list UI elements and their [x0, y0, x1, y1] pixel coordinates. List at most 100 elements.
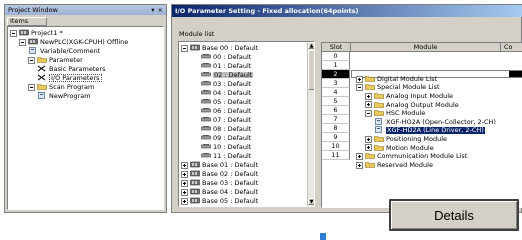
- base-icon: [190, 179, 200, 188]
- slot-cell[interactable]: 6: [322, 106, 350, 115]
- slot-tree-item[interactable]: 04 : Default: [201, 89, 251, 97]
- project-tree-label: I/O Parameters: [49, 73, 102, 83]
- project-tree-label: Basic Parameters: [49, 64, 106, 73]
- module-catalog-item[interactable]: Digital Module List: [356, 75, 437, 83]
- base-tree-item[interactable]: Base 05 : Default: [181, 197, 258, 205]
- collapse-icon[interactable]: [19, 38, 26, 46]
- details-button[interactable]: Details: [389, 199, 519, 231]
- base-tree-item[interactable]: Base 03 : Default: [181, 179, 258, 187]
- module-catalog-item[interactable]: XGF-HD2A (Line Driver, 2-CH): [374, 126, 485, 135]
- pin-icon[interactable]: ▾: [151, 7, 154, 14]
- base-tree-item[interactable]: Base 04 : Default: [181, 188, 258, 196]
- base-tree-label: 09 : Default: [213, 133, 252, 142]
- module-catalog-item[interactable]: Special Module List: [356, 84, 440, 92]
- project-window-titlebar[interactable]: Project Window ▾ ×: [5, 5, 166, 15]
- project-tree-item[interactable]: Scan Program: [28, 83, 94, 91]
- project-tree-item[interactable]: NewPLC(XGK-CPUH) Offline: [19, 38, 128, 46]
- slot-tree-item[interactable]: 05 : Default: [201, 98, 251, 106]
- slot-tree-item[interactable]: 01 : Default: [201, 62, 251, 70]
- module-catalog-label: XGF-HO2A (Open-Collector, 2-CH): [386, 117, 496, 126]
- module-catalog-item[interactable]: Motion Module: [365, 144, 434, 152]
- slot-tree-item[interactable]: 09 : Default: [201, 134, 251, 142]
- slot-cell[interactable]: 9: [322, 133, 350, 142]
- collapse-icon[interactable]: [181, 44, 188, 52]
- scroll-up-icon[interactable]: ▲: [308, 42, 314, 49]
- expand-icon[interactable]: [356, 75, 363, 83]
- slot-cell[interactable]: 2: [322, 70, 350, 79]
- module-catalog-item[interactable]: Reserved Module: [356, 161, 433, 169]
- collapse-icon[interactable]: [356, 84, 363, 92]
- slot-module-grid[interactable]: Slot Module Co 01234567891011 ▼ Digital …: [321, 42, 522, 208]
- base-tree-label: 08 : Default: [213, 124, 252, 133]
- module-catalog-item[interactable]: Analog Input Module: [365, 92, 453, 100]
- slot-cell[interactable]: 4: [322, 88, 350, 97]
- expand-icon[interactable]: [365, 101, 372, 109]
- scroll-down-icon[interactable]: ▼: [308, 198, 314, 205]
- base-tree-item[interactable]: Base 00 : Default: [181, 44, 258, 52]
- slot-cell[interactable]: 5: [322, 97, 350, 106]
- expand-icon[interactable]: [356, 152, 363, 160]
- slot-tree-item[interactable]: 06 : Default: [201, 107, 251, 115]
- project-tree[interactable]: Project1 * NewPLC(XGK-CPUH) Offline Variab…: [7, 26, 164, 210]
- base-tree-label: 07 : Default: [213, 115, 252, 124]
- base-tree-scrollbar[interactable]: ▲ ▼: [307, 42, 314, 206]
- tab-items[interactable]: Items: [7, 17, 47, 26]
- slot-cell[interactable]: 0: [322, 52, 350, 61]
- project-tree-item[interactable]: NewProgram: [37, 91, 91, 100]
- project-tree-item[interactable]: Basic Parameters: [37, 65, 105, 73]
- slot-tree-item[interactable]: 00 : Default: [201, 53, 251, 61]
- module-catalog-item[interactable]: Communication Module List: [356, 152, 467, 160]
- module-catalog-item[interactable]: Analog Output Module: [365, 101, 459, 109]
- collapse-icon[interactable]: [28, 83, 35, 91]
- expand-icon[interactable]: [181, 170, 188, 178]
- folder-icon: [365, 161, 375, 170]
- collapse-icon[interactable]: [10, 29, 17, 37]
- expand-icon[interactable]: [365, 135, 372, 143]
- slot-cell[interactable]: 10: [322, 142, 350, 151]
- expand-icon[interactable]: [181, 188, 188, 196]
- expand-icon[interactable]: [365, 144, 372, 152]
- project-tree-item[interactable]: I/O Parameters: [37, 73, 102, 83]
- close-icon[interactable]: ×: [158, 7, 163, 14]
- base-tree-label: Base 00 : Default: [202, 43, 259, 52]
- base-tree-item[interactable]: Base 02 : Default: [181, 170, 258, 178]
- slot-cell[interactable]: 1: [322, 61, 350, 70]
- slot-tree-item[interactable]: 11 : Default: [201, 152, 251, 160]
- module-catalog-item[interactable]: Positioning Module: [365, 135, 447, 143]
- slot-tree-item[interactable]: 10 : Default: [201, 143, 251, 151]
- base-tree-label: 06 : Default: [213, 106, 252, 115]
- collapse-icon[interactable]: [28, 56, 35, 64]
- project-tree-item[interactable]: Parameter: [28, 56, 83, 64]
- project-tree-item[interactable]: Variable/Comment: [28, 46, 100, 55]
- insertion-cursor-icon: [320, 233, 326, 240]
- base-tree-item[interactable]: Base 01 : Default: [181, 161, 258, 169]
- base-module-tree[interactable]: ▲ ▼ Base 00 : Default 00 : Default 01 : De…: [178, 41, 315, 207]
- slot-tree-item[interactable]: 02 : Default: [201, 71, 254, 79]
- project-tree-label: Project1 *: [31, 28, 63, 37]
- scroll-thumb[interactable]: [308, 50, 314, 90]
- module-icon: [374, 117, 384, 127]
- expand-icon[interactable]: [356, 161, 363, 169]
- module-catalog-item[interactable]: HSC Module: [365, 109, 425, 117]
- project-tree-item[interactable]: Project1 *: [10, 29, 63, 37]
- slot-cell[interactable]: 11: [322, 151, 350, 160]
- collapse-icon[interactable]: [365, 109, 372, 117]
- slot-cell[interactable]: 3: [322, 79, 350, 88]
- slot-tree-item[interactable]: 07 : Default: [201, 116, 251, 124]
- slot-cell[interactable]: 8: [322, 124, 350, 133]
- basic-param-icon: [37, 65, 47, 74]
- project-tree-label: NewPLC(XGK-CPUH) Offline: [40, 37, 129, 46]
- expand-icon[interactable]: [181, 197, 188, 205]
- slot-cell[interactable]: 7: [322, 115, 350, 124]
- slot-tree-item[interactable]: 03 : Default: [201, 80, 251, 88]
- slot-tree-item[interactable]: 08 : Default: [201, 125, 251, 133]
- expand-icon[interactable]: [181, 161, 188, 169]
- io-param-icon: [37, 74, 47, 83]
- base-icon: [190, 197, 200, 206]
- expand-icon[interactable]: [365, 92, 372, 100]
- expand-icon[interactable]: [181, 179, 188, 187]
- module-catalog-item[interactable]: XGF-HO2A (Open-Collector, 2-CH): [374, 117, 496, 127]
- module-catalog-tree[interactable]: Digital Module List Special Module List An…: [356, 75, 522, 205]
- slot-icon: [201, 143, 211, 152]
- io-window-titlebar[interactable]: I/O Parameter Setting - Fixed allocation…: [172, 5, 522, 17]
